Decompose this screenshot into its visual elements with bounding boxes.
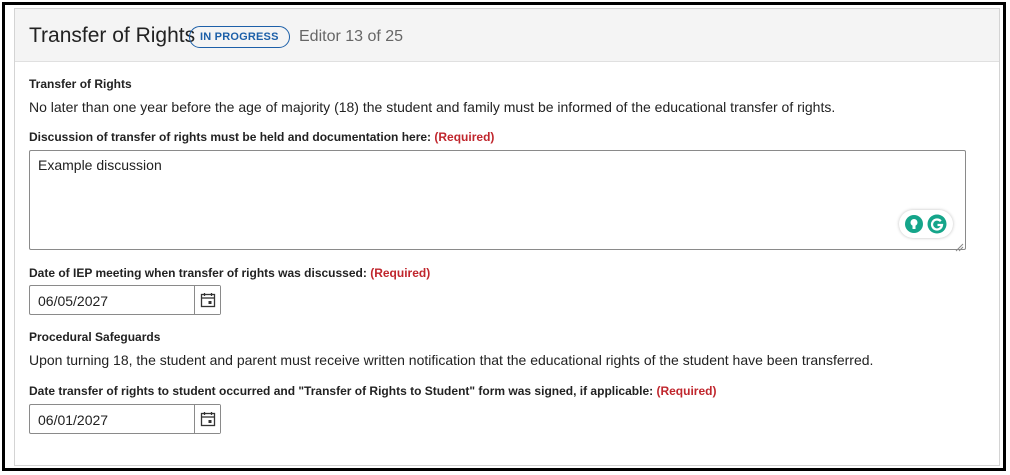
discussion-textarea[interactable]: Example discussion bbox=[29, 150, 966, 252]
resize-handle[interactable] bbox=[955, 239, 964, 252]
safeguards-description: Upon turning 18, the student and parent … bbox=[29, 352, 874, 368]
page-title: Transfer of Rights bbox=[29, 24, 196, 47]
transfer-date-label: Date transfer of rights to student occur… bbox=[29, 384, 716, 398]
transfer-date-required: (Required) bbox=[656, 384, 717, 398]
discussion-required: (Required) bbox=[434, 130, 495, 144]
transfer-date-calendar-button[interactable] bbox=[194, 405, 220, 433]
editor-header: Transfer of Rights IN PROGRESS Editor 13… bbox=[15, 9, 999, 62]
calendar-icon bbox=[200, 293, 216, 308]
lightbulb-icon[interactable] bbox=[904, 214, 924, 234]
meeting-date-field[interactable]: 06/05/2027 bbox=[29, 285, 221, 315]
window-frame: Transfer of Rights IN PROGRESS Editor 13… bbox=[2, 2, 1006, 471]
discussion-label: Discussion of transfer of rights must be… bbox=[29, 130, 494, 144]
status-badge: IN PROGRESS bbox=[189, 26, 290, 48]
editor-count: Editor 13 of 25 bbox=[299, 28, 404, 45]
section-heading: Transfer of Rights bbox=[29, 77, 132, 91]
meeting-date-label-text: Date of IEP meeting when transfer of rig… bbox=[29, 266, 367, 280]
transfer-date-label-text: Date transfer of rights to student occur… bbox=[29, 384, 654, 398]
grammarly-icon[interactable] bbox=[927, 214, 947, 234]
meeting-date-required: (Required) bbox=[370, 266, 431, 280]
meeting-date-calendar-button[interactable] bbox=[194, 286, 220, 314]
calendar-icon bbox=[200, 412, 216, 427]
discussion-label-text: Discussion of transfer of rights must be… bbox=[29, 130, 432, 144]
meeting-date-input[interactable]: 06/05/2027 bbox=[38, 293, 108, 309]
discussion-value: Example discussion bbox=[38, 157, 162, 173]
section-description: No later than one year before the age of… bbox=[29, 99, 836, 115]
meeting-date-label: Date of IEP meeting when transfer of rig… bbox=[29, 266, 430, 280]
transfer-date-input[interactable]: 06/01/2027 bbox=[38, 412, 108, 428]
writing-assistant[interactable] bbox=[899, 210, 953, 238]
safeguards-heading: Procedural Safeguards bbox=[29, 330, 161, 344]
transfer-date-field[interactable]: 06/01/2027 bbox=[29, 404, 221, 434]
editor-panel: Transfer of Rights IN PROGRESS Editor 13… bbox=[14, 8, 1000, 466]
